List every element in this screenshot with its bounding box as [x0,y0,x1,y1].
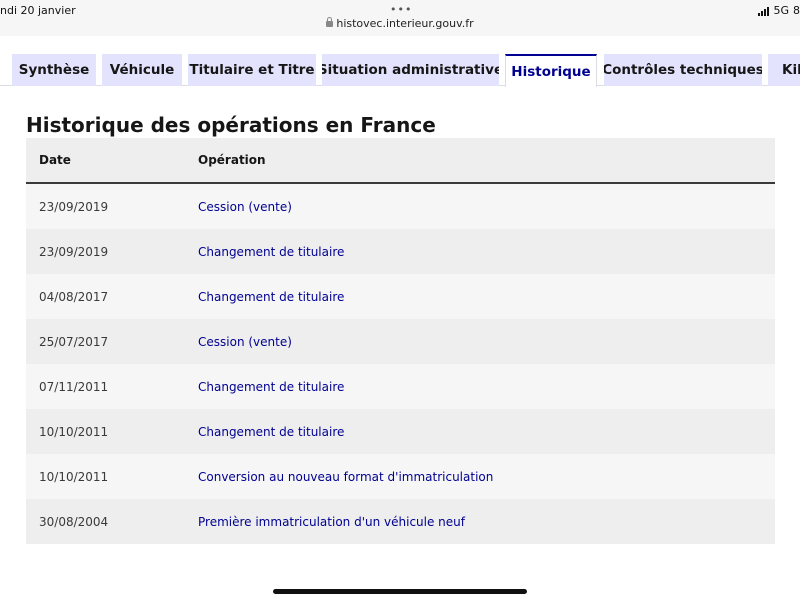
table-header: Date Opération [26,138,775,184]
tab-controles-techniques[interactable]: Contrôles techniques [604,54,762,86]
network-label: 5G [773,4,789,17]
row-operation: Cession (vente) [198,334,292,349]
tab-historique[interactable]: Historique [505,54,597,87]
table-row: 23/09/2019 Cession (vente) [26,184,775,229]
row-operation: Changement de titulaire [198,379,345,394]
tab-synthese[interactable]: Synthèse [12,54,96,86]
column-header-date: Date [39,153,71,167]
more-dots-icon[interactable]: ••• [390,3,412,16]
table-row: 10/10/2011 Changement de titulaire [26,409,775,454]
table-row: 07/11/2011 Changement de titulaire [26,364,775,409]
row-operation: Cession (vente) [198,199,292,214]
operations-table: Date Opération 23/09/2019 Cession (vente… [26,138,775,544]
tab-vehicule[interactable]: Véhicule [102,54,182,86]
row-date: 04/08/2017 [39,289,109,304]
home-indicator[interactable] [273,589,527,594]
column-header-operation: Opération [198,153,266,167]
tab-situation-administrative[interactable]: Situation administrative [322,54,499,86]
status-indicators: 5G 8 [758,4,800,17]
lock-icon [326,17,334,27]
table-row: 23/09/2019 Changement de titulaire [26,229,775,274]
table-row: 04/08/2017 Changement de titulaire [26,274,775,319]
table-row: 25/07/2017 Cession (vente) [26,319,775,364]
url-text: histovec.interieur.gouv.fr [336,17,474,30]
tab-titulaire-et-titre[interactable]: Titulaire et Titre [188,54,316,86]
row-date: 25/07/2017 [39,334,109,349]
row-date: 23/09/2019 [39,199,109,214]
status-time: ndi 20 janvier [0,4,76,17]
address-bar[interactable]: histovec.interieur.gouv.fr [0,17,800,30]
tab-bar: Synthèse Véhicule Titulaire et Titre Sit… [0,36,800,87]
row-date: 10/10/2011 [39,424,109,439]
signal-icon [758,6,770,16]
row-date: 23/09/2019 [39,244,109,259]
row-date: 10/10/2011 [39,469,109,484]
row-operation: Conversion au nouveau format d'immatricu… [198,469,494,484]
browser-status-bar: ndi 20 janvier ••• histovec.interieur.go… [0,0,800,36]
section-title: Historique des opérations en France [26,113,436,137]
battery-label: 8 [793,4,800,17]
row-operation: Première immatriculation d'un véhicule n… [198,514,465,529]
tab-kilometrage[interactable]: Kil [768,54,800,86]
row-operation: Changement de titulaire [198,289,345,304]
row-operation: Changement de titulaire [198,244,345,259]
table-row: 10/10/2011 Conversion au nouveau format … [26,454,775,499]
row-date: 07/11/2011 [39,379,109,394]
table-body: 23/09/2019 Cession (vente) 23/09/2019 Ch… [26,184,775,544]
row-date: 30/08/2004 [39,514,109,529]
row-operation: Changement de titulaire [198,424,345,439]
table-row: 30/08/2004 Première immatriculation d'un… [26,499,775,544]
